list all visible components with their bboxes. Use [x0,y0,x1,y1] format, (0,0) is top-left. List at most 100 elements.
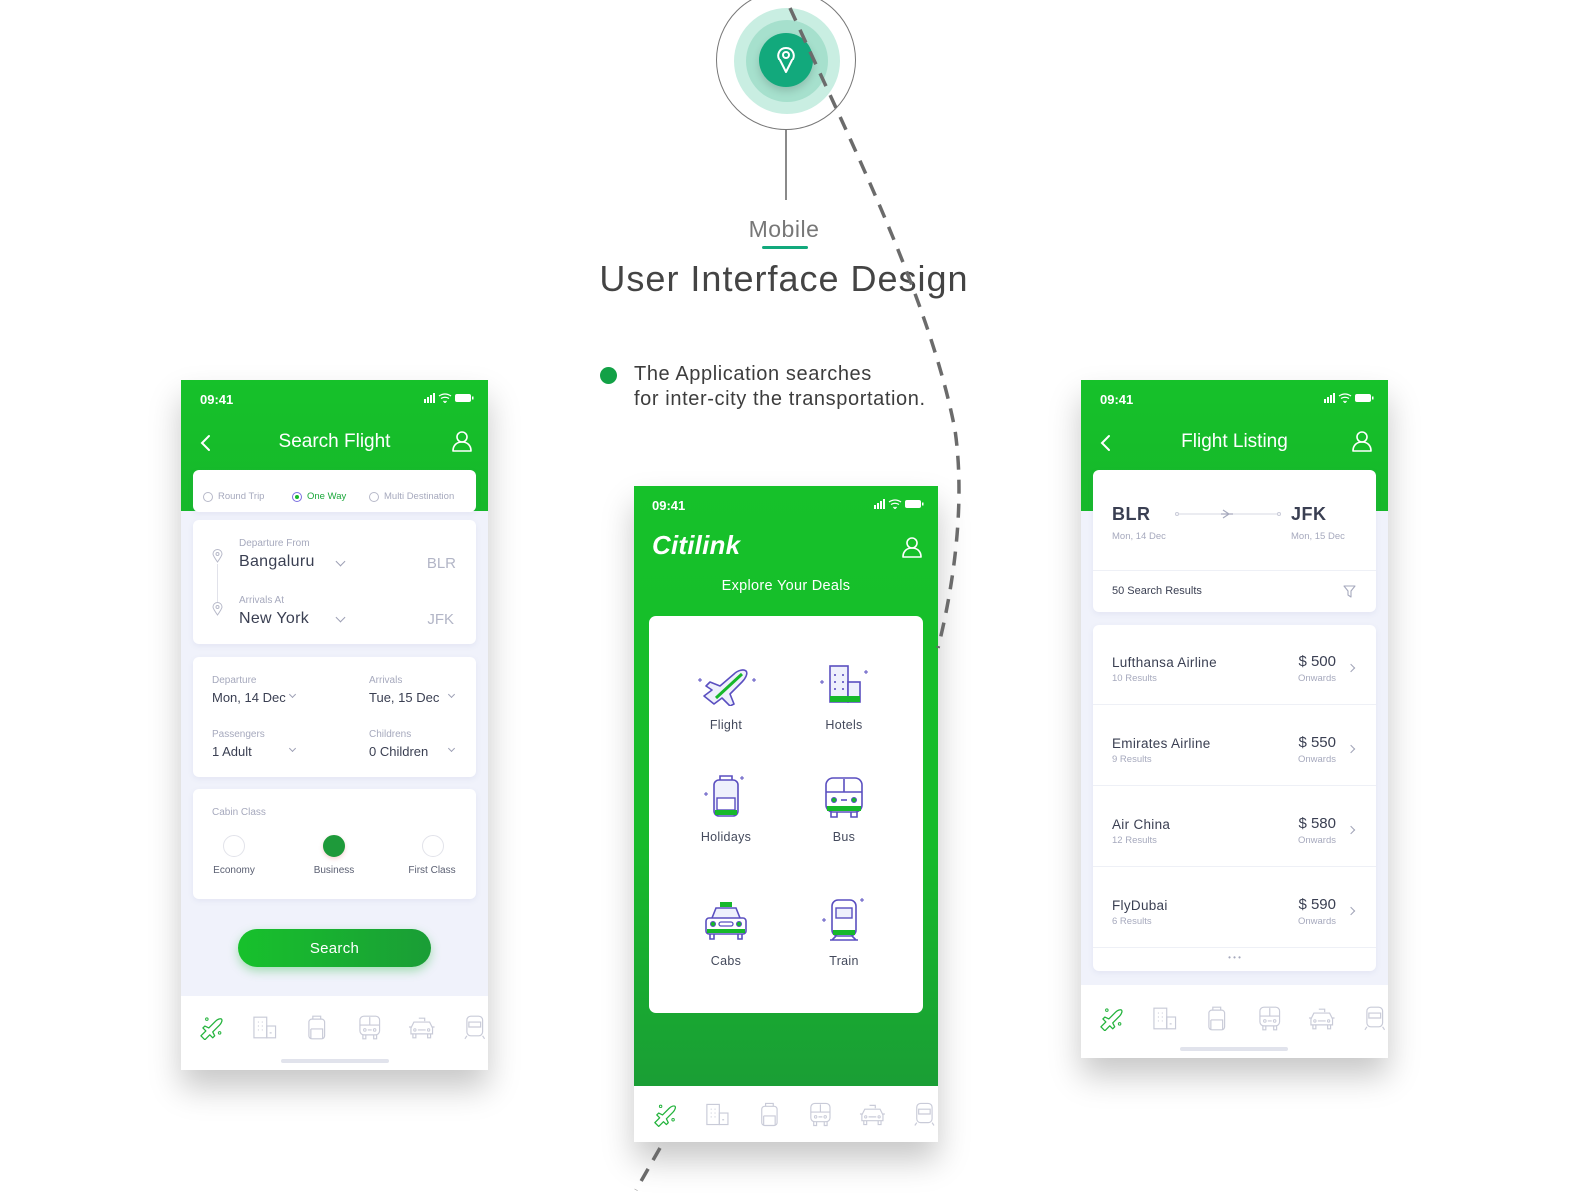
hotel-icon [820,665,868,703]
price-note: Onwards [1297,835,1336,846]
price: $ 500 [1298,653,1336,670]
user-icon[interactable] [1351,430,1373,452]
divider [1093,570,1376,571]
chevron-right-icon [1346,906,1356,916]
tab-flight-icon[interactable] [198,1014,226,1040]
price: $ 580 [1298,815,1336,832]
price: $ 590 [1298,896,1336,913]
tab-bus-icon[interactable] [1256,1005,1284,1031]
status-time: 09:41 [652,498,686,513]
children-select[interactable]: 0 Children [369,744,428,759]
airline-name: Lufthansa Airline [1112,655,1217,670]
trip-label: Round Trip [218,491,265,502]
cabin-first-radio[interactable] [422,835,444,857]
result-row[interactable]: Air China 12 Results $ 580 Onwards [1093,787,1376,867]
trip-round[interactable]: Round Trip [203,491,264,502]
route-card: Departure From Bangaluru BLR Arrivals At… [193,520,476,644]
filter-icon[interactable] [1343,585,1356,598]
tab-train-icon[interactable] [461,1014,489,1040]
airline-results: 12 Results [1112,835,1157,846]
chevron-down-icon[interactable] [288,744,297,753]
trip-one-way[interactable]: One Way [292,491,346,502]
tab-hotels-icon[interactable] [251,1014,279,1040]
deal-hotels[interactable]: Hotels [789,662,899,732]
airline-name: Air China [1112,817,1171,832]
deal-holidays[interactable]: Holidays [671,774,781,844]
tab-cabs-icon[interactable] [859,1101,886,1127]
home-indicator [281,1059,389,1063]
hero-title: User Interface Design [599,258,969,299]
price-note: Onwards [1297,754,1336,765]
bottom-tab-bar [634,1086,938,1142]
tab-bus-icon[interactable] [807,1101,834,1127]
chevron-right-icon [1346,663,1356,673]
deal-flight[interactable]: Flight [671,662,781,732]
user-icon[interactable] [451,430,473,452]
passengers-select[interactable]: 1 Adult [212,744,252,759]
location-pin-icon [759,33,813,87]
tab-flight-icon[interactable] [652,1101,679,1127]
tab-train-icon[interactable] [1361,1005,1389,1031]
search-flight-screen: 09:41 Search Flight Round Trip One Way M… [181,380,488,1070]
chevron-down-icon[interactable] [447,690,456,699]
tab-bus-icon[interactable] [356,1014,384,1040]
airline-results: 10 Results [1112,673,1157,684]
chevron-right-icon [1346,744,1356,754]
chevron-down-icon[interactable] [288,690,297,699]
departure-city-select[interactable]: Bangaluru [239,553,315,571]
radio-selected[interactable] [292,491,302,502]
chevron-down-icon[interactable] [335,556,346,567]
departure-code: BLR [426,555,456,572]
trip-multi[interactable]: Multi Destination [369,491,454,502]
deal-cabs[interactable]: Cabs [671,898,781,968]
tab-hotels-icon[interactable] [704,1101,731,1127]
user-icon[interactable] [901,536,923,558]
tab-train-icon[interactable] [911,1101,938,1127]
page-title: Flight Listing [1181,431,1288,452]
from-date: Mon, 14 Dec [1112,531,1166,542]
status-icons [424,393,474,403]
load-more[interactable]: • • • [1093,953,1376,962]
tab-cabs-icon[interactable] [408,1014,436,1040]
tab-flight-icon[interactable] [1098,1005,1126,1031]
to-code: JFK [1291,504,1327,524]
search-button[interactable]: Search [238,929,431,967]
result-row[interactable]: Lufthansa Airline 10 Results $ 500 Onwar… [1093,625,1376,705]
route-plane-icon [1175,509,1281,519]
chevron-down-icon[interactable] [447,744,456,753]
chevron-right-icon [1346,825,1356,835]
radio[interactable] [203,491,213,502]
to-date: Mon, 15 Dec [1291,531,1345,542]
departure-date-select[interactable]: Mon, 14 Dec [212,690,286,705]
deal-label: Flight [709,718,743,732]
page-title: Search Flight [278,431,391,452]
cabin-label: First Class [408,865,456,876]
cabin-business-radio[interactable] [323,835,345,857]
cabin-economy-radio[interactable] [223,835,245,857]
deal-train[interactable]: Train [789,898,899,968]
hero-underline [762,246,808,249]
arrival-date-select[interactable]: Tue, 15 Dec [369,690,439,705]
tab-holidays-icon[interactable] [303,1014,331,1040]
route-summary-card: BLR Mon, 14 Dec JFK Mon, 15 Dec 50 Searc… [1093,470,1376,612]
bullet-line-2: for inter-city the transportation. [634,388,926,410]
passengers-label: Passengers [212,729,265,740]
hero-subtitle: Mobile [748,216,820,242]
arrival-city-select[interactable]: New York [239,610,309,628]
result-row[interactable]: Emirates Airline 9 Results $ 550 Onwards [1093,706,1376,786]
chevron-down-icon[interactable] [335,612,346,623]
deal-bus[interactable]: Bus [789,774,899,844]
tab-holidays-icon[interactable] [756,1101,783,1127]
hero-connector-line [785,130,787,200]
tab-cabs-icon[interactable] [1308,1005,1336,1031]
tab-holidays-icon[interactable] [1203,1005,1231,1031]
departure-from-label: Departure From [239,538,310,549]
arrival-code: JFK [427,611,454,628]
price-note: Onwards [1297,916,1336,927]
tab-hotels-icon[interactable] [1151,1005,1179,1031]
dates-card: Departure Mon, 14 Dec Arrivals Tue, 15 D… [193,657,476,777]
radio[interactable] [369,491,379,502]
result-row[interactable]: FlyDubai 6 Results $ 590 Onwards [1093,868,1376,948]
cabin-class-card: Cabin Class Economy Business First Class [193,789,476,899]
status-icons [1324,393,1374,403]
